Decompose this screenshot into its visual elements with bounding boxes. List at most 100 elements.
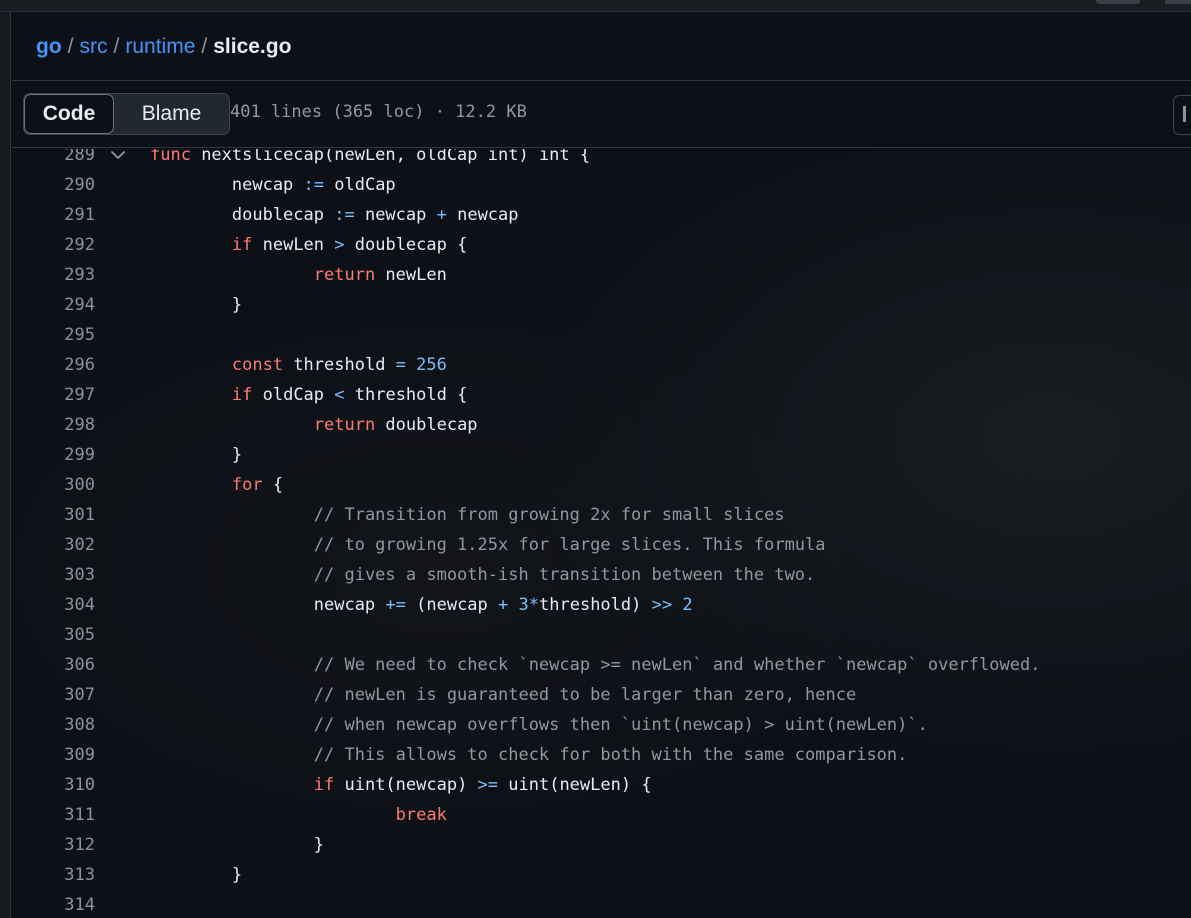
code-line: 300 for {	[12, 470, 1191, 500]
breadcrumb-separator: /	[201, 34, 208, 58]
code-token: }	[150, 835, 324, 855]
code-line: 290 newcap := oldCap	[12, 170, 1191, 200]
operator-token: *	[528, 595, 540, 615]
code-text: // gives a smooth-ish transition between…	[150, 560, 816, 590]
breadcrumb-root-link[interactable]: go	[36, 35, 62, 59]
line-number[interactable]: 291	[12, 200, 95, 230]
code-text: const threshold = 256	[150, 350, 447, 380]
raw-button-glyph	[1183, 106, 1186, 122]
line-number[interactable]: 311	[12, 800, 95, 830]
left-panel-edge	[0, 12, 11, 918]
code-token: newcap	[354, 205, 437, 225]
code-token: }	[150, 295, 243, 315]
line-number[interactable]: 302	[12, 530, 95, 560]
operator-token: >=	[477, 775, 499, 795]
window-top-strip	[0, 0, 1191, 12]
comment-token: // when newcap overflows then `uint(newc…	[313, 715, 928, 735]
number-token: 2	[682, 595, 693, 615]
line-number[interactable]: 296	[12, 350, 95, 380]
code-token: doublecap	[150, 205, 335, 225]
line-number[interactable]: 294	[12, 290, 95, 320]
code-token: newLen	[375, 265, 447, 285]
keyword-token: if	[231, 385, 253, 405]
code-token: threshold	[283, 355, 396, 375]
code-text: if oldCap < threshold {	[150, 380, 467, 410]
code-text: for {	[150, 470, 283, 500]
code-line: 293 return newLen	[12, 260, 1191, 290]
number-token: 3	[518, 595, 529, 615]
code-text: // We need to check `newcap >= newLen` a…	[150, 650, 1041, 680]
line-number[interactable]: 310	[12, 770, 95, 800]
code-token: }	[150, 865, 243, 885]
code-text: return newLen	[150, 260, 447, 290]
line-number[interactable]: 300	[12, 470, 95, 500]
breadcrumb-current-file: slice.go	[213, 34, 292, 58]
code-text: }	[150, 440, 242, 470]
line-number[interactable]: 292	[12, 230, 95, 260]
line-number[interactable]: 313	[12, 860, 95, 890]
code-token: oldCap	[252, 385, 335, 405]
line-number[interactable]: 295	[12, 320, 95, 350]
breadcrumb-dir-runtime-link[interactable]: runtime	[125, 35, 195, 59]
raw-button[interactable]	[1173, 95, 1191, 135]
code-line: 296 const threshold = 256	[12, 350, 1191, 380]
chevron-down-icon[interactable]	[110, 149, 128, 170]
tab-blame[interactable]: Blame	[114, 94, 229, 134]
line-number[interactable]: 304	[12, 590, 95, 620]
line-number[interactable]: 290	[12, 170, 95, 200]
keyword-token: return	[313, 265, 376, 285]
code-text: // Transition from growing 2x for small …	[150, 500, 785, 530]
breadcrumb-dir-src-link[interactable]: src	[80, 35, 108, 59]
line-number[interactable]: 298	[12, 410, 95, 440]
code-text: }	[150, 860, 242, 890]
comment-token: // Transition from growing 2x for small …	[313, 505, 785, 525]
line-number[interactable]: 306	[12, 650, 95, 680]
tab-code[interactable]: Code	[24, 94, 114, 134]
code-viewer[interactable]: 289 func nextslicecap(newLen, oldCap int)…	[12, 149, 1191, 918]
top-corner-fragment	[1165, 0, 1191, 4]
file-toolbar: Code Blame 401 lines (365 loc) · 12.2 KB	[12, 82, 1191, 148]
line-number[interactable]: 307	[12, 680, 95, 710]
comment-token: // This allows to check for both with th…	[313, 745, 908, 765]
code-text: // This allows to check for both with th…	[150, 740, 908, 770]
operator-token: :=	[334, 205, 355, 225]
operator-token: +	[498, 595, 509, 615]
code-line: 302 // to growing 1.25x for large slices…	[12, 530, 1191, 560]
code-text: // when newcap overflows then `uint(newc…	[150, 710, 928, 740]
line-number[interactable]: 314	[12, 890, 95, 918]
code-token: doublecap	[375, 415, 478, 435]
code-text: }	[150, 290, 242, 320]
code-line: 297 if oldCap < threshold {	[12, 380, 1191, 410]
operator-token: +=	[385, 595, 406, 615]
line-number[interactable]: 309	[12, 740, 95, 770]
code-line: 299 }	[12, 440, 1191, 470]
code-text: }	[150, 830, 324, 860]
code-token: (newcap	[405, 595, 499, 615]
line-number[interactable]: 308	[12, 710, 95, 740]
code-text: newcap := oldCap	[150, 170, 396, 200]
number-token: 256	[416, 355, 447, 375]
code-line: 301 // Transition from growing 2x for sm…	[12, 500, 1191, 530]
code-line: 304 newcap += (newcap + 3*threshold) >> …	[12, 590, 1191, 620]
code-text: doublecap := newcap + newcap	[150, 200, 519, 230]
comment-token: // gives a smooth-ish transition between…	[313, 565, 816, 585]
line-number[interactable]: 293	[12, 260, 95, 290]
line-number[interactable]: 289	[12, 149, 95, 170]
line-number[interactable]: 303	[12, 560, 95, 590]
line-number[interactable]: 301	[12, 500, 95, 530]
line-number[interactable]: 305	[12, 620, 95, 650]
code-line: 298 return doublecap	[12, 410, 1191, 440]
code-token: oldCap	[324, 175, 396, 195]
line-number[interactable]: 297	[12, 380, 95, 410]
line-number[interactable]: 312	[12, 830, 95, 860]
line-number[interactable]: 299	[12, 440, 95, 470]
